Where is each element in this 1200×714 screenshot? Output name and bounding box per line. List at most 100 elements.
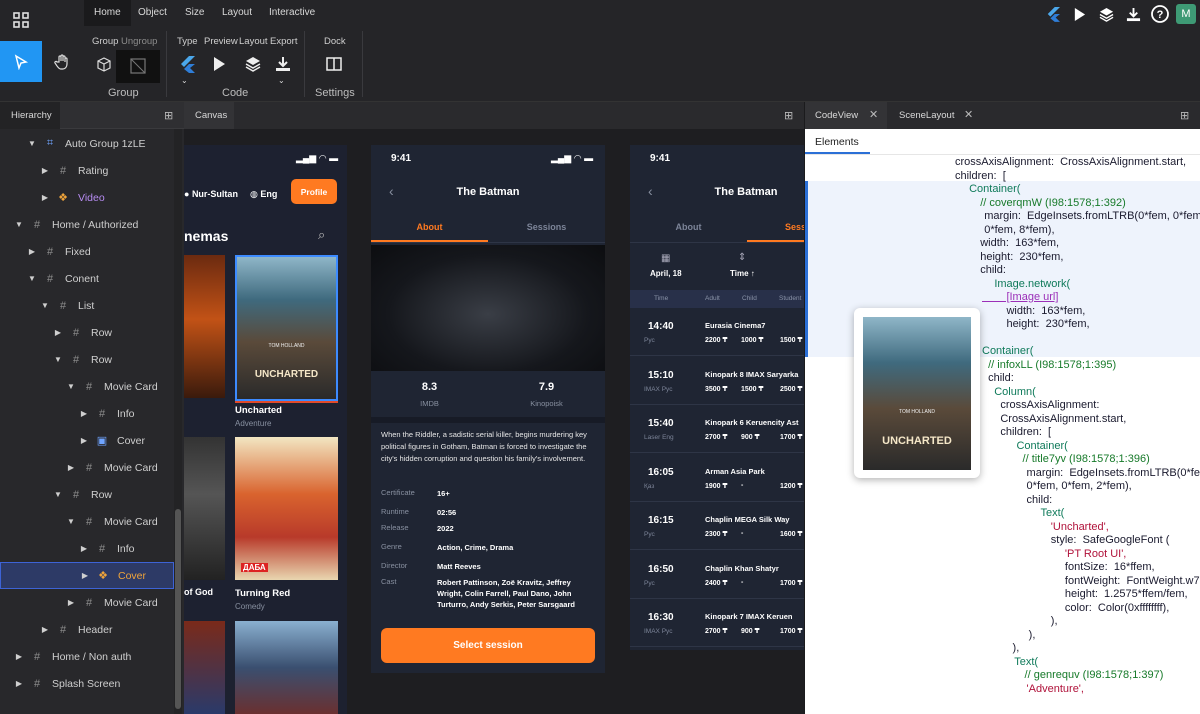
back-icon[interactable]: ‹ [648, 183, 653, 199]
tree-item[interactable]: ▶ # Rating [0, 157, 174, 184]
avatar[interactable]: M [1176, 4, 1196, 24]
preview-button[interactable] [207, 52, 231, 76]
panel-options-icon[interactable]: ⊞ [784, 109, 793, 122]
panel-options-icon[interactable]: ⊞ [164, 109, 173, 122]
hierarchy-title[interactable]: Hierarchy [11, 110, 52, 121]
session-row[interactable]: 16:30 IMAX Рус Kinopark 7 IMAX Keruen 2700 … [630, 599, 804, 647]
tab-codeview[interactable]: CodeView ✕ [805, 102, 887, 129]
caret-right-icon[interactable]: ▶ [66, 598, 76, 607]
close-icon[interactable]: ✕ [964, 108, 973, 121]
caret-right-icon[interactable]: ▶ [79, 409, 89, 418]
caret-right-icon[interactable]: ▶ [14, 652, 24, 661]
tab-size[interactable]: Size [175, 0, 214, 26]
tab-about[interactable]: About [630, 222, 747, 232]
caret-right-icon[interactable]: ▶ [79, 436, 89, 445]
tab-layout[interactable]: Layout [212, 0, 262, 26]
tree-item[interactable]: ▼ ⌗ Auto Group 1zLE [0, 130, 174, 157]
layers-top-button[interactable] [1095, 4, 1117, 24]
download-top-button[interactable] [1122, 4, 1144, 24]
tree-item[interactable]: ▶ # Movie Card [0, 454, 174, 481]
caret-down-icon[interactable]: ▼ [53, 355, 63, 364]
session-row[interactable]: 16:50 Рус Chaplin Khan Shatyr 2400 ₸ - 1700 ₸ [630, 551, 804, 599]
tab-about[interactable]: About [371, 222, 488, 232]
tree-item[interactable]: ▶ # Home / Non auth [0, 643, 174, 670]
caret-right-icon[interactable]: ▶ [79, 544, 89, 553]
session-row[interactable]: 16:15 Рус Chaplin MEGA Silk Way 2300 ₸ - 1600… [630, 502, 804, 550]
caret-right-icon[interactable]: ▶ [40, 166, 50, 175]
panel-options-icon[interactable]: ⊞ [1180, 109, 1189, 122]
date-filter[interactable]: April, 18 [650, 269, 682, 278]
session-row[interactable]: 15:10 IMAX Рус Kinopark 8 IMAX Saryarka 350… [630, 357, 804, 405]
session-row[interactable]: 14:40 Рус Eurasia Cinema7 2200 ₸ 1000 ₸ 1500 … [630, 308, 804, 356]
caret-right-icon[interactable]: ▶ [53, 328, 63, 337]
caret-down-icon[interactable]: ▼ [27, 274, 37, 283]
export-button[interactable] [271, 52, 295, 76]
group-button[interactable] [92, 52, 116, 76]
tab-elements[interactable]: Elements [815, 136, 859, 148]
tab-object[interactable]: Object [128, 0, 177, 26]
tab-sessions[interactable]: Sess [785, 222, 804, 232]
tab-home[interactable]: Home [84, 0, 131, 26]
session-row[interactable]: 15:40 Laser Eng Kinopark 6 Keruencity Ast 2… [630, 405, 804, 453]
caret-down-icon[interactable]: ▼ [27, 139, 37, 148]
caret-down-icon[interactable]: ▼ [40, 301, 50, 310]
ungroup-button[interactable] [116, 50, 160, 83]
session-row[interactable]: 16:05 Қаз Arman Asia Park 1900 ₸ - 1200 ₸ [630, 454, 804, 502]
search-icon[interactable]: ⌕ [318, 227, 325, 243]
tree-item[interactable]: ▼ # Conent [0, 265, 174, 292]
poster-left-3[interactable] [184, 621, 225, 714]
movie-cover-uncharted[interactable]: TOM HOLLAND UNCHARTED [235, 255, 338, 401]
tab-scenelayout[interactable]: SceneLayout ✕ [888, 102, 984, 129]
run-button[interactable] [1068, 4, 1090, 24]
caret-right-icon[interactable]: ▶ [27, 247, 37, 256]
select-tool-button[interactable] [0, 41, 42, 82]
help-button[interactable]: ? [1149, 4, 1171, 24]
caret-down-icon[interactable]: ▼ [66, 382, 76, 391]
hierarchy-scrollbar[interactable] [174, 129, 182, 714]
close-icon[interactable]: ✕ [869, 108, 878, 121]
tab-interactive[interactable]: Interactive [259, 0, 325, 26]
tree-item[interactable]: ▶ # Movie Card [0, 589, 174, 616]
tree-item[interactable]: ▶ # Row [0, 319, 174, 346]
poster-left-1[interactable] [184, 255, 225, 398]
tree-item[interactable]: ▼ # List [0, 292, 174, 319]
dock-button[interactable] [322, 52, 346, 76]
poster-left-2[interactable] [184, 437, 225, 580]
caret-right-icon[interactable]: ▶ [80, 571, 90, 580]
apps-grid-button[interactable] [0, 0, 42, 40]
caret-down-icon[interactable]: ▼ [53, 490, 63, 499]
calendar-icon[interactable]: ▦ [661, 253, 670, 264]
type-button[interactable] [175, 52, 199, 76]
profile-button[interactable]: Profile [291, 179, 337, 204]
caret-right-icon[interactable]: ▶ [66, 463, 76, 472]
caret-down-icon[interactable]: ▼ [66, 517, 76, 526]
caret-down-icon[interactable]: ▼ [14, 220, 24, 229]
tree-item[interactable]: ▶ # Header [0, 616, 174, 643]
movie-cover-turning-red[interactable]: ДАБА [235, 437, 338, 580]
language-label[interactable]: ◍ Eng [250, 189, 277, 200]
sort-icon[interactable]: ⇕ [738, 252, 746, 263]
hand-tool-button[interactable] [42, 41, 84, 82]
scrollbar-thumb[interactable] [175, 509, 181, 709]
tab-sessions[interactable]: Sessions [488, 222, 605, 232]
tree-item[interactable]: ▼ # Movie Card [0, 373, 174, 400]
tree-item[interactable]: ▶ ❖ Video [0, 184, 174, 211]
flutter-top-button[interactable] [1042, 4, 1064, 24]
caret-right-icon[interactable]: ▶ [40, 625, 50, 634]
tree-item[interactable]: ▶ ▣ Cover [0, 427, 174, 454]
tree-item[interactable]: ▶ # Info [0, 535, 174, 562]
tree-item[interactable]: ▼ # Home / Authorized [0, 211, 174, 238]
tree-item[interactable]: ▶ # Splash Screen [0, 670, 174, 697]
canvas-title[interactable]: Canvas [195, 110, 227, 121]
movie-cover[interactable] [235, 621, 338, 714]
layout-button[interactable] [241, 52, 265, 76]
export-dropdown-icon[interactable]: ⌄ [278, 76, 285, 85]
type-dropdown-icon[interactable]: ⌄ [181, 76, 188, 85]
tree-item[interactable]: ▼ # Row [0, 481, 174, 508]
sort-filter[interactable]: Time ↑ [730, 269, 755, 278]
caret-right-icon[interactable]: ▶ [40, 193, 50, 202]
select-session-button[interactable]: Select session [381, 628, 595, 663]
location-label[interactable]: ● Nur-Sultan [184, 189, 238, 199]
tree-item[interactable]: ▼ # Movie Card [0, 508, 174, 535]
tree-item[interactable]: ▼ # Row [0, 346, 174, 373]
